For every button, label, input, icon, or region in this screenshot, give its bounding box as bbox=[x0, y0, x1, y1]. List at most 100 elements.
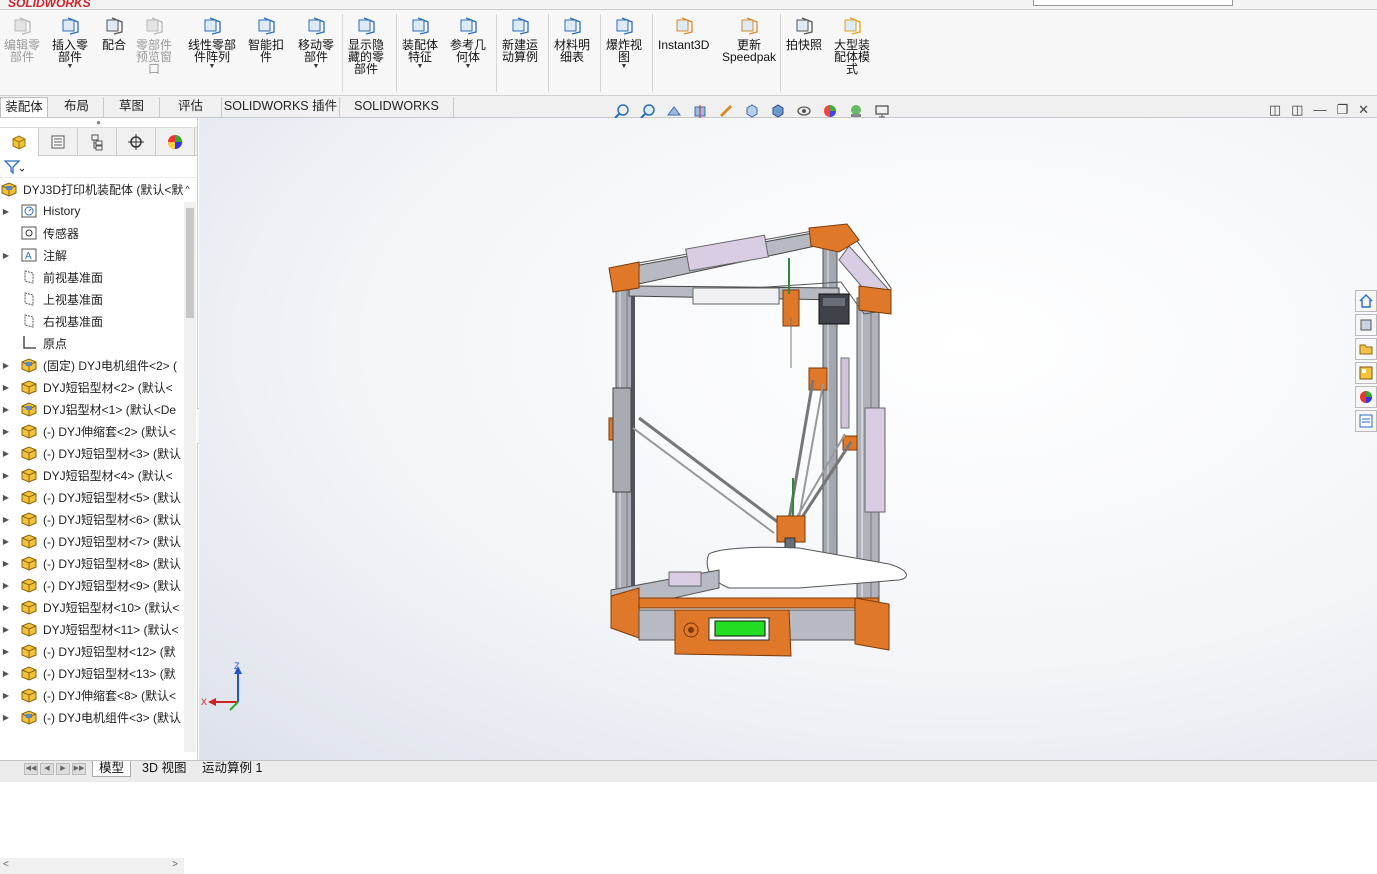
chevron-down-icon[interactable]: ▼ bbox=[313, 63, 320, 71]
tab-4[interactable]: SOLIDWORKS 插件 bbox=[222, 97, 340, 117]
first-tab-icon[interactable]: ◀◀ bbox=[24, 763, 38, 775]
scrollbar-thumb[interactable] bbox=[186, 208, 194, 318]
dimxpert-manager-tab-icon[interactable] bbox=[117, 128, 156, 156]
expand-arrow-icon[interactable]: ▶ bbox=[0, 251, 12, 260]
tree-item[interactable]: ▶ (-) DYJ短铝型材<9> (默认 bbox=[0, 574, 184, 596]
expand-arrow-icon[interactable]: ▶ bbox=[0, 405, 12, 414]
tree-item[interactable]: 右视基准面 bbox=[0, 310, 184, 332]
tree-item[interactable]: ▶ DYJ短铝型材<11> (默认< bbox=[0, 618, 184, 640]
restore-icon[interactable]: ❐ bbox=[1336, 102, 1348, 118]
tree-item[interactable]: 原点 bbox=[0, 332, 184, 354]
ribbon-button-bill-of-materials[interactable]: 材料明 细表 bbox=[554, 16, 590, 63]
tree-item[interactable]: ▶ (-) DYJ短铝型材<6> (默认 bbox=[0, 508, 184, 530]
chevron-down-icon[interactable]: ▼ bbox=[465, 63, 472, 71]
tree-horizontal-scrollbar[interactable]: < > bbox=[0, 858, 184, 874]
expand-arrow-icon[interactable]: ▶ bbox=[0, 537, 12, 546]
ribbon-button-exploded-view[interactable]: 爆炸视 图 ▼ bbox=[606, 16, 642, 71]
expand-arrow-icon[interactable]: ▶ bbox=[0, 603, 12, 612]
ribbon-button-component-preview[interactable]: 零部件 预览窗 口 bbox=[136, 16, 172, 75]
expand-arrow-icon[interactable]: ▶ bbox=[0, 713, 12, 722]
display-manager-tab-icon[interactable] bbox=[156, 128, 195, 156]
ribbon-button-snapshot[interactable]: 拍快照 bbox=[786, 16, 822, 51]
ribbon-button-move-component[interactable]: 移动零 部件 ▼ bbox=[298, 16, 334, 71]
tab-2[interactable]: 草图 bbox=[104, 97, 160, 117]
search-input[interactable] bbox=[1033, 0, 1233, 6]
tree-item[interactable]: ▶ (-) DYJ电机组件<3> (默认 bbox=[0, 706, 184, 728]
scroll-right-icon[interactable]: > bbox=[172, 859, 178, 870]
expand-arrow-icon[interactable]: ▶ bbox=[0, 361, 12, 370]
ribbon-button-assembly-features[interactable]: 装配体 特征 ▼ bbox=[402, 16, 438, 71]
tab-0[interactable]: 装配体 bbox=[0, 97, 48, 117]
expand-arrow-icon[interactable]: ▶ bbox=[0, 207, 12, 216]
bottom-tab-2[interactable]: 运动算例 1 bbox=[196, 761, 268, 777]
tree-item[interactable]: ▶ (-) DYJ短铝型材<12> (默 bbox=[0, 640, 184, 662]
tree-item[interactable]: ▶ DYJ铝型材<1> (默认<De bbox=[0, 398, 184, 420]
expand-arrow-icon[interactable]: ▶ bbox=[0, 383, 12, 392]
tree-item[interactable]: ▶ (-) DYJ伸缩套<8> (默认< bbox=[0, 684, 184, 706]
tree-item[interactable]: ▶ (-) DYJ短铝型材<8> (默认 bbox=[0, 552, 184, 574]
ribbon-button-reference-geometry[interactable]: 参考几 何体 ▼ bbox=[450, 16, 486, 71]
tree-item[interactable]: ▶ (-) DYJ短铝型材<3> (默认 bbox=[0, 442, 184, 464]
property-manager-tab-icon[interactable] bbox=[39, 128, 78, 156]
ribbon-button-edit-component[interactable]: 编辑零 部件 bbox=[4, 16, 40, 63]
tree-root-assembly[interactable]: DYJ3D打印机装配体 (默认<默 ^ bbox=[0, 178, 196, 200]
collapse-left-icon[interactable]: ◫ bbox=[1269, 102, 1281, 118]
ribbon-button-smart-fasteners[interactable]: 智能扣 件 bbox=[248, 16, 284, 63]
ribbon-button-speedpak[interactable]: 更新 Speedpak bbox=[722, 16, 776, 63]
expand-arrow-icon[interactable]: ▶ bbox=[0, 515, 12, 524]
view-palette-icon[interactable] bbox=[1355, 362, 1377, 384]
tree-item[interactable]: ▶ (-) DYJ伸缩套<2> (默认< bbox=[0, 420, 184, 442]
last-tab-icon[interactable]: ▶▶ bbox=[72, 763, 86, 775]
minimize-icon[interactable]: — bbox=[1313, 102, 1326, 118]
scroll-left-icon[interactable]: < bbox=[3, 859, 9, 870]
tree-vertical-scrollbar[interactable] bbox=[184, 202, 196, 752]
tree-item[interactable]: ▶ DYJ短铝型材<2> (默认< bbox=[0, 376, 184, 398]
ribbon-button-linear-pattern[interactable]: 线性零部 件阵列 ▼ bbox=[188, 16, 236, 71]
chevron-down-icon[interactable]: ▼ bbox=[417, 63, 424, 71]
tree-item[interactable]: ▶ (固定) DYJ电机组件<2> ( bbox=[0, 354, 184, 376]
tab-5[interactable]: SOLIDWORKS MBD bbox=[340, 97, 454, 132]
tree-item[interactable]: ▶ DYJ短铝型材<10> (默认< bbox=[0, 596, 184, 618]
custom-properties-icon[interactable] bbox=[1355, 410, 1377, 432]
expand-arrow-icon[interactable]: ▶ bbox=[0, 647, 12, 656]
expand-arrow-icon[interactable]: ▶ bbox=[0, 669, 12, 678]
ribbon-button-large-assembly[interactable]: 大型装 配体模 式 bbox=[834, 16, 870, 75]
close-icon[interactable]: ✕ bbox=[1358, 102, 1369, 118]
tree-item[interactable]: ▶ (-) DYJ短铝型材<7> (默认 bbox=[0, 530, 184, 552]
prev-tab-icon[interactable]: ◀ bbox=[40, 763, 54, 775]
delta-3d-printer-model[interactable] bbox=[199, 118, 1377, 760]
expand-arrow-icon[interactable]: ▶ bbox=[0, 493, 12, 502]
ribbon-button-show-hidden[interactable]: 显示隐 藏的零 部件 bbox=[348, 16, 384, 75]
collapse-right-icon[interactable]: ◫ bbox=[1291, 102, 1303, 118]
bottom-tab-0[interactable]: 模型 bbox=[92, 761, 132, 777]
tree-item[interactable]: ▶ History bbox=[0, 200, 184, 222]
ribbon-button-new-motion-study[interactable]: 新建运 动算例 bbox=[502, 16, 538, 63]
file-explorer-icon[interactable] bbox=[1355, 338, 1377, 360]
design-library-icon[interactable] bbox=[1355, 314, 1377, 336]
chevron-down-icon[interactable]: ▼ bbox=[209, 63, 216, 71]
next-tab-icon[interactable]: ▶ bbox=[56, 763, 70, 775]
ribbon-button-mate[interactable]: 配合 bbox=[102, 16, 126, 51]
expand-arrow-icon[interactable]: ▶ bbox=[0, 581, 12, 590]
solidworks-resources-icon[interactable] bbox=[1355, 290, 1377, 312]
expand-arrow-icon[interactable]: ▶ bbox=[0, 427, 12, 436]
expand-arrow-icon[interactable]: ▶ bbox=[0, 449, 12, 458]
feature-manager-tab-icon[interactable] bbox=[0, 128, 39, 156]
tab-1[interactable]: 布局 bbox=[50, 97, 104, 117]
tree-item[interactable]: 上视基准面 bbox=[0, 288, 184, 310]
expand-arrow-icon[interactable]: ▶ bbox=[0, 691, 12, 700]
tree-item[interactable]: ▶ DYJ短铝型材<4> (默认< bbox=[0, 464, 184, 486]
chevron-down-icon[interactable]: ▼ bbox=[621, 63, 628, 71]
configuration-manager-tab-icon[interactable] bbox=[78, 128, 117, 156]
appearances-scenes-icon[interactable] bbox=[1355, 386, 1377, 408]
chevron-up-icon[interactable]: ^ bbox=[185, 184, 189, 194]
graphics-area[interactable] bbox=[199, 118, 1377, 760]
ribbon-button-insert-component[interactable]: 插入零 部件 ▼ bbox=[52, 16, 88, 71]
tree-item[interactable]: 前视基准面 bbox=[0, 266, 184, 288]
expand-arrow-icon[interactable]: ▶ bbox=[0, 559, 12, 568]
expand-arrow-icon[interactable]: ▶ bbox=[0, 625, 12, 634]
tree-item[interactable]: 传感器 bbox=[0, 222, 184, 244]
tree-item[interactable]: ▶ (-) DYJ短铝型材<5> (默认 bbox=[0, 486, 184, 508]
tree-item[interactable]: ▶ (-) DYJ短铝型材<13> (默 bbox=[0, 662, 184, 684]
tree-filter-button[interactable] bbox=[0, 156, 197, 178]
